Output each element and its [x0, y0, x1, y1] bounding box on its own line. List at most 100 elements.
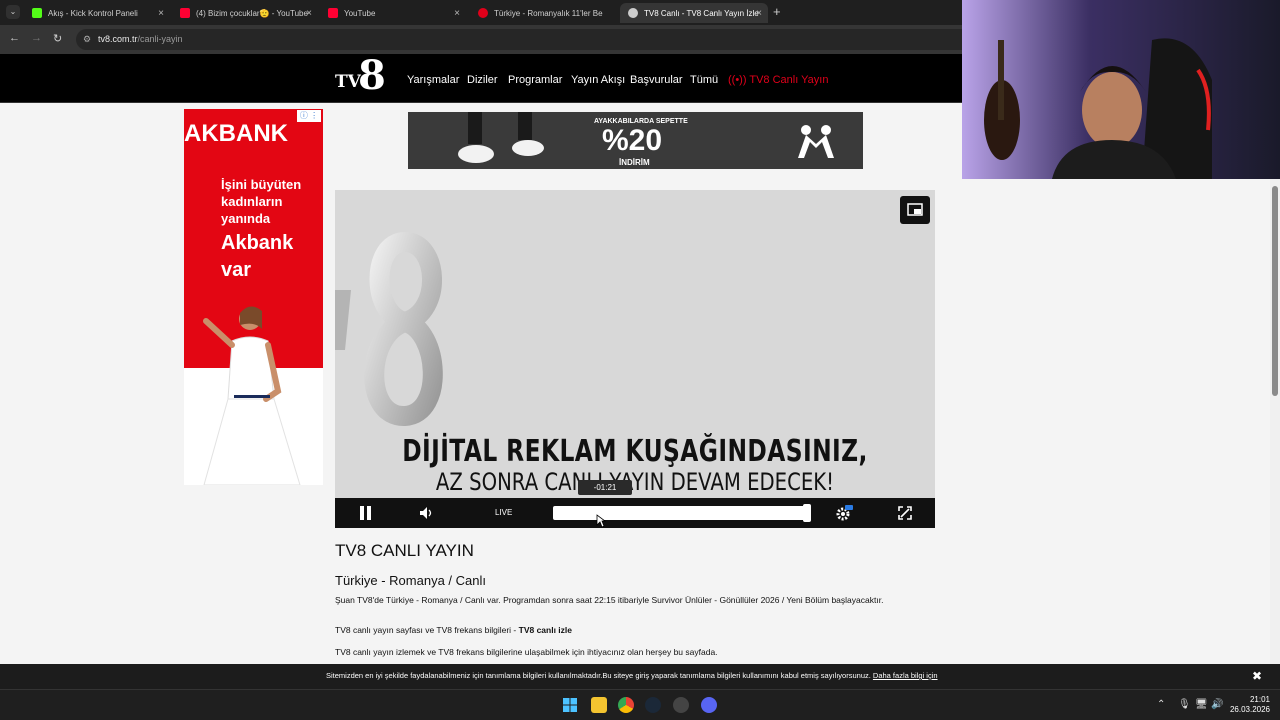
ad-break-heading: DİJİTAL REKLAM KUŞAĞINDASINIZ,	[402, 434, 868, 469]
webcam-overlay	[962, 0, 1280, 179]
akbank-ad-copy: İşini büyüten kadınların yanında	[221, 176, 301, 227]
pause-icon[interactable]	[358, 505, 374, 521]
nav-diziler[interactable]: Diziler	[467, 74, 498, 86]
tab-search-button[interactable]: ⌄	[6, 5, 20, 19]
kappa-ad-discount: %20	[602, 124, 663, 157]
url-path: /canli-yayin	[137, 34, 183, 44]
tab-title: Türkiye - Romanyalık 11'ler Be	[494, 8, 603, 18]
logo-8-text: 8	[358, 52, 386, 99]
forward-arrow-icon[interactable]: →	[31, 32, 42, 44]
program-info-paragraph: Şuan TV8'de Türkiye - Romanya / Canlı va…	[335, 595, 884, 605]
seek-bar[interactable]	[553, 504, 811, 522]
windows-taskbar: ⌃ 🎙 🖥 🔊 21:01 26.03.2026	[0, 689, 1280, 720]
tab-tv8-canli[interactable]: TV8 Canlı - TV8 Canlı Yayın İzle ×	[620, 3, 768, 23]
browser-tab-strip: ⌄ Akış - Kick Kontrol Paneli × (4) Bizim…	[0, 0, 962, 25]
back-arrow-icon[interactable]: ←	[9, 32, 20, 44]
cookie-text: Sitemizden en iyi şekilde faydalanabilme…	[326, 671, 871, 680]
tff-favicon-icon	[478, 8, 488, 18]
tab-youtube-bizim[interactable]: (4) Bizim çocuklar🫡 - YouTube ×	[172, 3, 318, 23]
clock-time: 21:01	[1249, 695, 1270, 704]
tab-close-icon[interactable]: ×	[756, 8, 762, 19]
system-clock[interactable]: 21:01 26.03.2026	[1228, 695, 1270, 715]
clock-date: 26.03.2026	[1229, 705, 1270, 714]
cookie-message: Sitemizden en iyi şekilde faydalanabilme…	[326, 671, 938, 680]
kick-favicon-icon	[32, 8, 42, 18]
nav-tv8-canli-yayin[interactable]: ((•)) TV8 Canlı Yayın	[728, 74, 828, 86]
tab-close-icon[interactable]: ×	[158, 8, 164, 19]
akbank-ad-slogan: Akbank var	[221, 230, 293, 284]
site-header: TV 8 Yarışmalar Diziler Programlar Yayın…	[0, 54, 962, 103]
nav-yayin-akisi[interactable]: Yayın Akışı	[571, 74, 625, 86]
tab-kick[interactable]: Akış - Kick Kontrol Paneli ×	[24, 3, 170, 23]
live-indicator[interactable]: LIVE	[495, 508, 512, 517]
tab-turkiye-romanya[interactable]: Türkiye - Romanyalık 11'ler Be	[470, 3, 620, 23]
video-player[interactable]: DİJİTAL REKLAM KUŞAĞINDASINIZ, AZ SONRA …	[335, 190, 935, 528]
logo-tv-text: TV	[335, 72, 361, 92]
page-title: TV8 CANLI YAYIN	[335, 541, 474, 560]
youtube-favicon-icon	[180, 8, 190, 18]
tab-title: TV8 Canlı - TV8 Canlı Yayın İzle	[644, 8, 759, 18]
network-icon[interactable]: 🖥	[1195, 699, 1208, 710]
globe-favicon-icon	[628, 8, 638, 18]
steam-icon[interactable]	[645, 697, 661, 713]
kappa-banner-ad[interactable]: AYAKKABILARDA SEPETTE %20 İNDİRİM	[408, 112, 863, 169]
ad-copy-line: kadınların	[221, 194, 283, 209]
obs-icon[interactable]	[673, 697, 689, 713]
discord-icon[interactable]	[701, 697, 717, 713]
ad-slogan-line: Akbank	[221, 232, 294, 254]
site-info-icon[interactable]: ⚙	[83, 29, 91, 50]
youtube-favicon-icon	[328, 8, 338, 18]
seek-handle[interactable]	[803, 504, 811, 522]
volume-icon[interactable]	[418, 505, 434, 521]
file-explorer-icon[interactable]	[591, 697, 607, 713]
tab-title: YouTube	[344, 8, 376, 18]
ad-slogan-line: var	[221, 259, 252, 281]
ad-copy-line: yanında	[221, 211, 271, 226]
seek-time-tooltip: -01:21	[578, 480, 632, 495]
ad-choices-icon[interactable]: ⓘ ⋮	[297, 110, 321, 122]
cookie-more-info-link[interactable]: Daha fazla bilgi için	[873, 671, 938, 680]
ad-model-image	[203, 306, 301, 485]
akbank-brand-text: AKBANK	[184, 120, 288, 147]
ad-sneakers-image	[458, 112, 544, 163]
tray-chevron-icon[interactable]: ⌃	[1157, 699, 1165, 710]
tab-youtube[interactable]: YouTube ×	[320, 3, 466, 23]
picture-in-picture-button[interactable]	[900, 196, 930, 224]
ad-copy-line: İşini büyüten	[221, 177, 302, 192]
tab-title: (4) Bizim çocuklar🫡 - YouTube	[196, 8, 308, 18]
new-tab-button[interactable]: +	[773, 4, 781, 19]
nav-tumu[interactable]: Tümü	[690, 74, 718, 86]
pip-icon	[907, 203, 923, 216]
settings-gear-icon[interactable]	[835, 505, 853, 521]
url-domain: tv8.com.tr	[98, 34, 138, 44]
tab-title: Akış - Kick Kontrol Paneli	[48, 8, 138, 18]
watch-info-paragraph: TV8 canlı yayın izlemek ve TV8 frekans b…	[335, 647, 718, 657]
microphone-icon[interactable]: 🎙	[1178, 699, 1191, 710]
page-right-margin	[962, 179, 1280, 664]
address-bar[interactable]: ⚙ tv8.com.tr/canli-yayin	[76, 29, 962, 50]
cookie-consent-bar: Sitemizden en iyi şekilde faydalanabilme…	[0, 664, 1280, 689]
browser-toolbar: ← → ↻ ⚙ tv8.com.tr/canli-yayin	[0, 25, 962, 54]
frequency-info-paragraph: TV8 canlı yayın sayfası ve TV8 frekans b…	[335, 625, 572, 635]
windows-start-icon[interactable]	[562, 697, 578, 713]
nav-yarismalar[interactable]: Yarışmalar	[407, 74, 459, 86]
webcam-image	[962, 0, 1280, 179]
reload-icon[interactable]: ↻	[53, 32, 62, 45]
tv8-logo[interactable]: TV 8	[335, 56, 393, 100]
program-subtitle: Türkiye - Romanya / Canlı	[335, 573, 486, 588]
paragraph-text: TV8 canlı yayın sayfası ve TV8 frekans b…	[335, 625, 519, 635]
tab-close-icon[interactable]: ×	[454, 8, 460, 19]
mouse-cursor-icon	[596, 514, 606, 528]
cookie-close-icon[interactable]: ✖	[1252, 669, 1262, 683]
tab-close-icon[interactable]: ×	[306, 8, 312, 19]
akbank-ad[interactable]: AKBANK İşini büyüten kadınların yanında …	[184, 109, 323, 485]
volume-tray-icon[interactable]: 🔊	[1211, 699, 1223, 710]
scrollbar-thumb[interactable]	[1272, 186, 1278, 396]
nav-basvurular[interactable]: Başvurular	[630, 74, 683, 86]
chrome-icon[interactable]	[618, 697, 634, 713]
fullscreen-icon[interactable]	[897, 505, 913, 521]
player-control-bar: LIVE	[335, 498, 935, 528]
tv8-canli-izle-link[interactable]: TV8 canlı izle	[519, 625, 572, 635]
kappa-ad-indirim: İNDİRİM	[619, 158, 650, 167]
nav-programlar[interactable]: Programlar	[508, 74, 562, 86]
